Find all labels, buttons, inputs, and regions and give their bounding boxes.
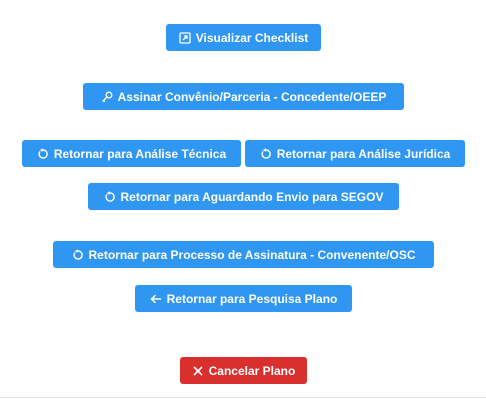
close-icon — [192, 365, 204, 377]
retornar-processo-assinatura-label: Retornar para Processo de Assinatura - C… — [88, 247, 416, 262]
retornar-pesquisa-plano-label: Retornar para Pesquisa Plano — [166, 291, 338, 306]
retornar-pesquisa-plano-button[interactable]: Retornar para Pesquisa Plano — [135, 285, 352, 312]
retornar-aguardando-segov-label: Retornar para Aguardando Envio para SEGO… — [120, 189, 384, 204]
footer-divider — [0, 397, 486, 398]
undo-icon — [37, 147, 49, 160]
cancelar-plano-label: Cancelar Plano — [208, 363, 296, 378]
retornar-analise-tecnica-label: Retornar para Análise Técnica — [53, 146, 227, 161]
undo-icon — [260, 147, 272, 160]
key-icon — [101, 91, 113, 103]
undo-icon — [104, 190, 116, 203]
retornar-analise-tecnica-button[interactable]: Retornar para Análise Técnica — [22, 140, 241, 167]
assinar-convenio-button[interactable]: Assinar Convênio/Parceria - Concedente/O… — [83, 83, 404, 110]
visualizar-checklist-label: Visualizar Checklist — [195, 30, 309, 45]
retornar-analise-juridica-label: Retornar para Análise Jurídica — [276, 146, 451, 161]
cancelar-plano-button[interactable]: Cancelar Plano — [180, 357, 307, 384]
arrow-left-icon — [150, 293, 162, 305]
retornar-analise-juridica-button[interactable]: Retornar para Análise Jurídica — [245, 140, 465, 167]
retornar-aguardando-segov-button[interactable]: Retornar para Aguardando Envio para SEGO… — [88, 183, 399, 210]
external-view-icon — [179, 31, 191, 44]
undo-icon — [72, 248, 84, 261]
visualizar-checklist-button[interactable]: Visualizar Checklist — [166, 24, 321, 51]
retornar-processo-assinatura-button[interactable]: Retornar para Processo de Assinatura - C… — [53, 241, 434, 268]
assinar-convenio-label: Assinar Convênio/Parceria - Concedente/O… — [117, 89, 387, 104]
